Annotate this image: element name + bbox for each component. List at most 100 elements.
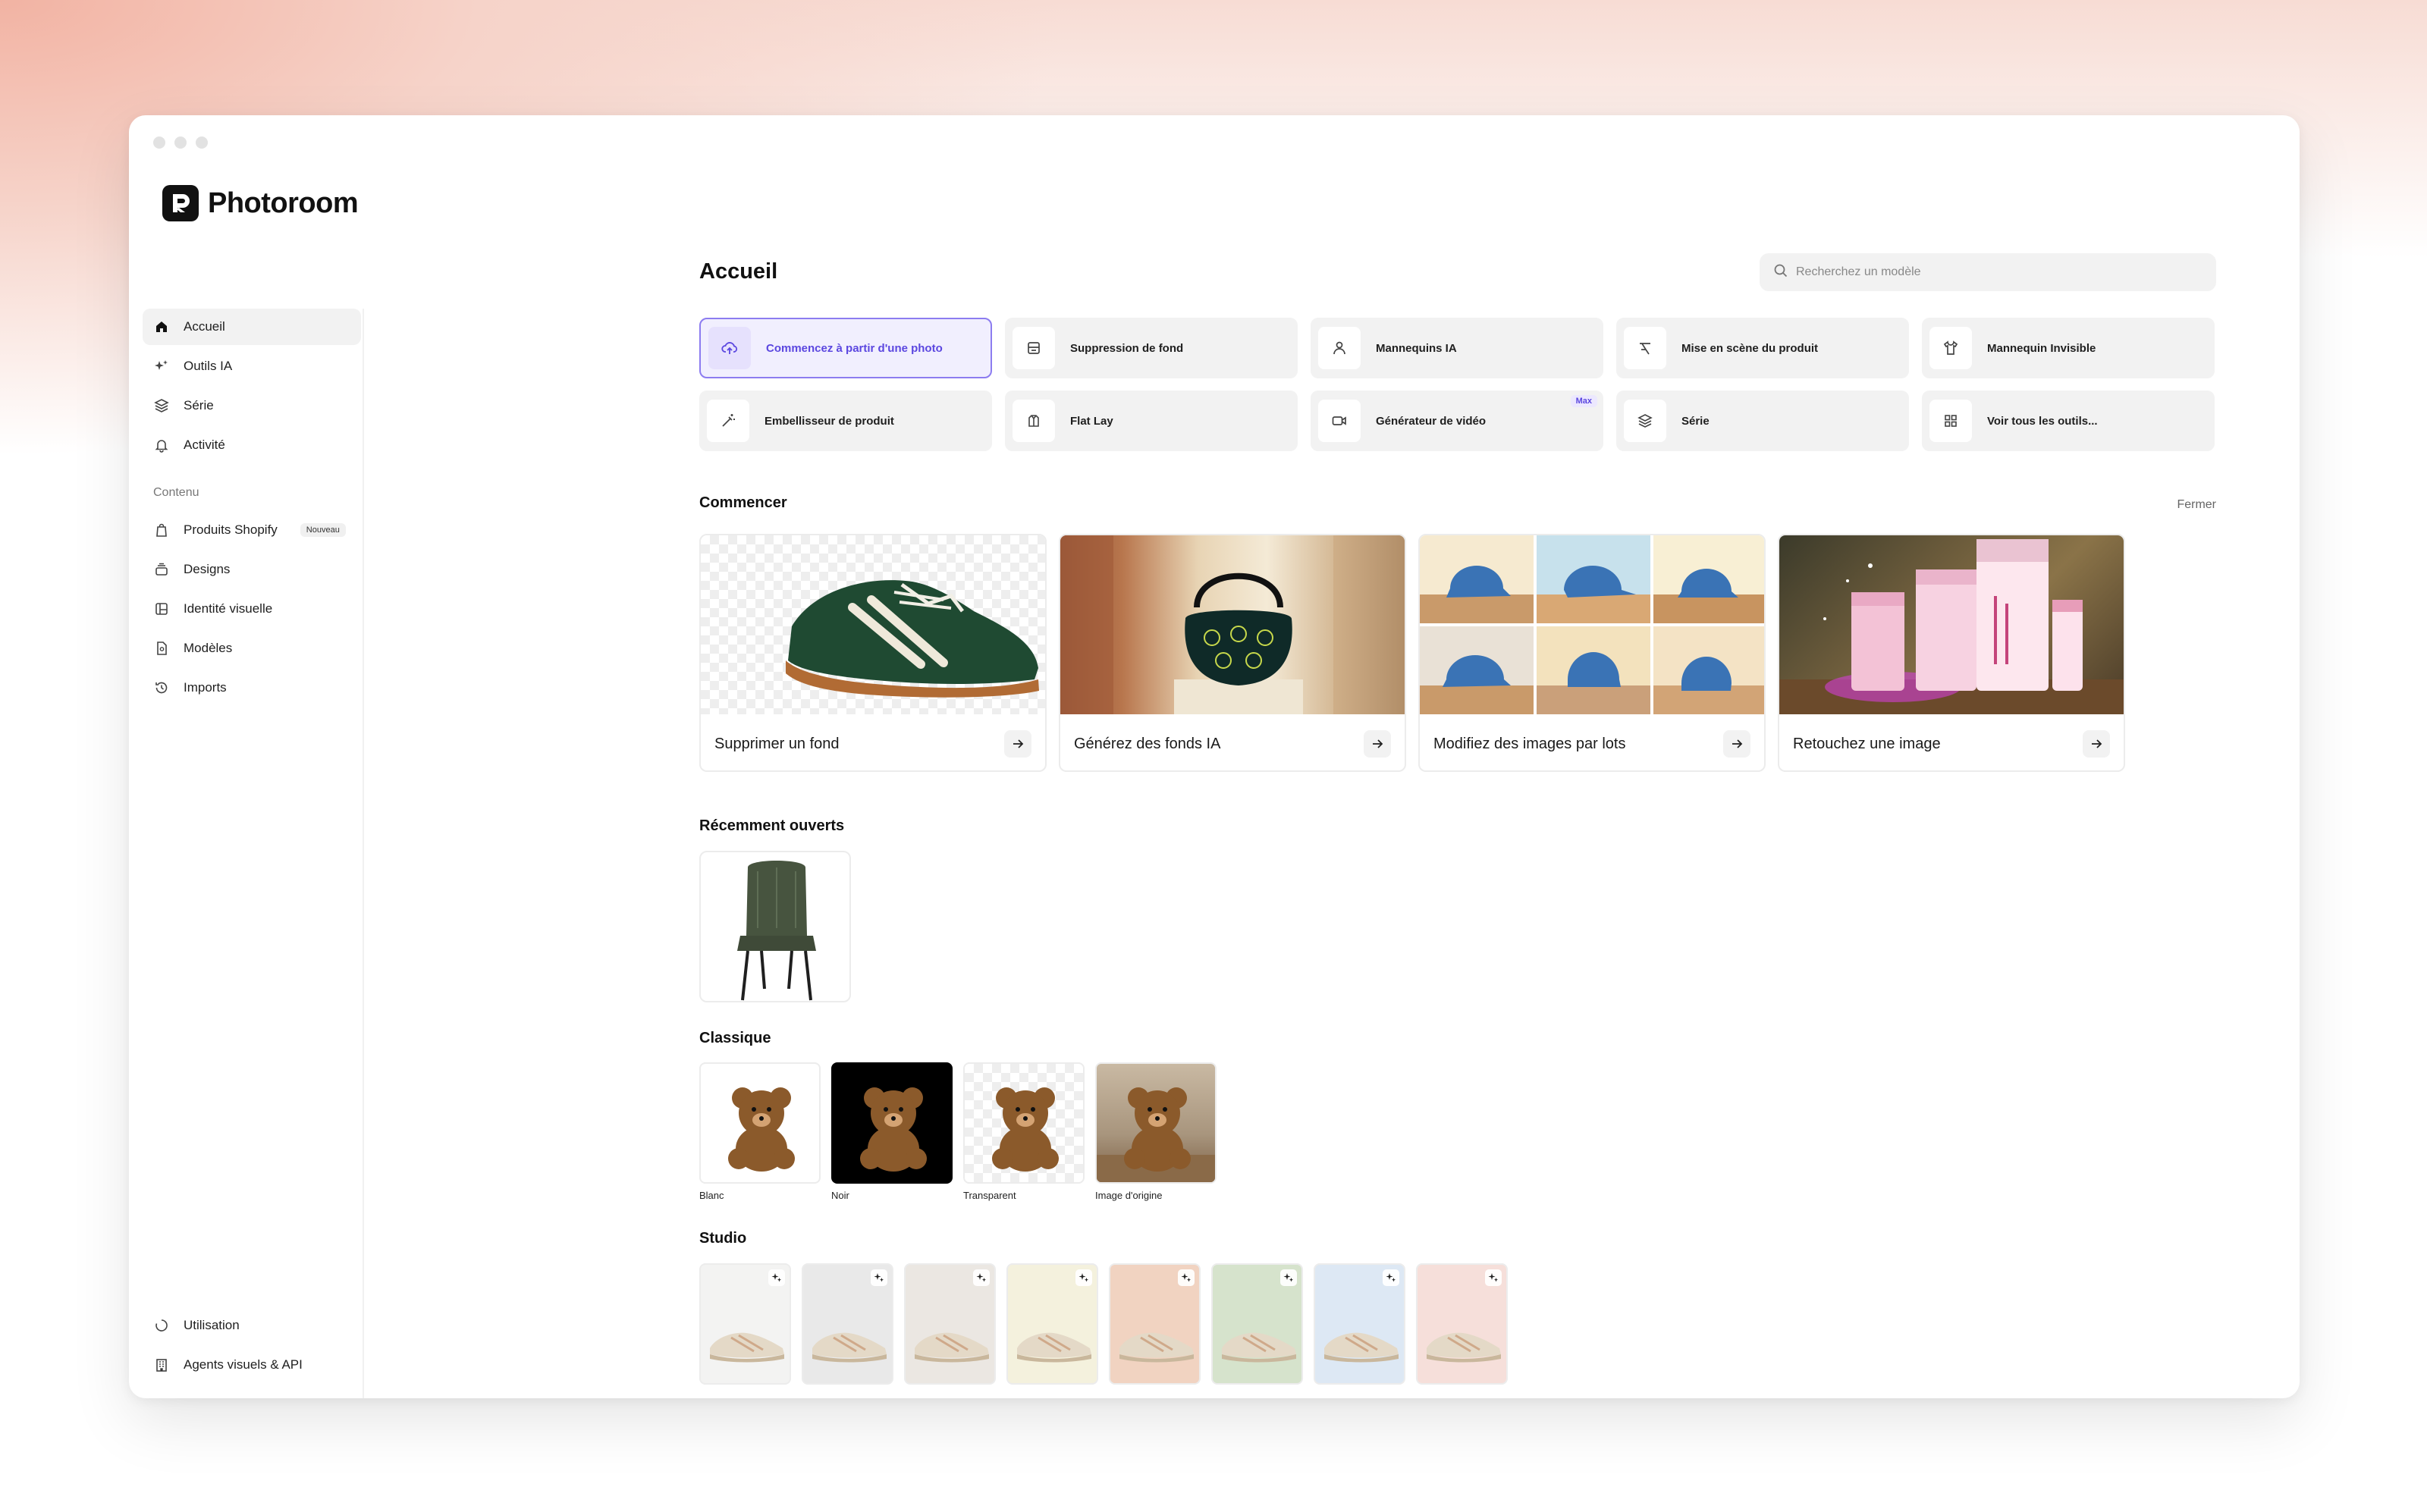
sidebar-item-utilisation[interactable]: Utilisation [143,1307,361,1344]
tool-flat-lay[interactable]: Flat Lay [1005,391,1298,451]
tool-label: Générateur de vidéo [1376,414,1487,428]
sidebar-item-produits-shopify[interactable]: Produits Shopify Nouveau [143,512,361,548]
sidebar-item-accueil[interactable]: Accueil [143,309,361,345]
ai-sparkle-icon [1485,1269,1502,1286]
search-bar[interactable] [1760,253,2216,291]
tool-remove-background[interactable]: Suppression de fond [1005,318,1298,378]
sidebar-item-label: Outils IA [184,359,233,373]
cosmetics-image [1779,535,2124,714]
tool-start-from-photo[interactable]: Commencez à partir d'une photo [699,318,992,378]
studio-background-1[interactable] [699,1263,791,1385]
recent-project-thumb[interactable] [699,851,851,1002]
sidebar-item-modeles[interactable]: Modèles [143,630,361,667]
photoroom-logo-icon [162,185,199,221]
grid-icon [1929,400,1972,442]
maximize-dot[interactable] [196,136,208,149]
sidebar-item-agents-api[interactable]: Agents visuels & API [143,1347,361,1383]
sidebar-item-label: Identité visuelle [184,601,273,616]
brand-kit-icon [153,601,170,617]
classic-backgrounds: Blanc Noir Transparent Image d'origine [699,1062,1217,1201]
sidebar-item-label: Accueil [184,319,225,334]
start-card-ai-backgrounds[interactable]: Générez des fonds IA [1059,534,1406,772]
remove-bg-icon [1013,327,1055,369]
tool-product-staging[interactable]: Mise en scène du produit [1616,318,1909,378]
sidebar-item-imports[interactable]: Imports [143,670,361,706]
tool-ai-models[interactable]: Mannequins IA [1311,318,1603,378]
classic-item-white[interactable]: Blanc [699,1062,821,1201]
tool-label: Mise en scène du produit [1681,341,1819,355]
building-icon [153,1357,170,1373]
shirt-icon [1929,327,1972,369]
sparkles-icon [153,358,170,375]
arrow-right-icon[interactable] [1723,730,1750,758]
sneaker-image [701,535,1045,714]
tool-product-beautifier[interactable]: Embellisseur de produit [699,391,992,451]
max-badge: Max [1570,395,1597,407]
tool-video-generator[interactable]: Générateur de vidéo Max [1311,391,1603,451]
studio-background-3[interactable] [904,1263,996,1385]
minimize-dot[interactable] [174,136,187,149]
studio-background-5[interactable] [1109,1263,1201,1385]
studio-background-6[interactable] [1211,1263,1303,1385]
classic-label: Noir [831,1190,849,1201]
studio-backgrounds [699,1263,1508,1385]
sidebar: Accueil Outils IA Série Activité Contenu… [137,309,364,1398]
start-card-remove-bg[interactable]: Supprimer un fond [699,534,1047,772]
bear-black-thumb [831,1062,953,1184]
section-title-studio: Studio [699,1230,747,1247]
section-title-start: Commencer [699,494,787,511]
main-content: Accueil Commencez à partir d'une photo S… [699,115,2216,1398]
ai-sparkle-icon [1075,1269,1092,1286]
upload-cloud-icon [708,327,751,369]
tool-invisible-mannequin[interactable]: Mannequin Invisible [1922,318,2215,378]
history-icon [153,679,170,696]
video-icon [1318,400,1361,442]
layers-icon [1624,400,1666,442]
tool-label: Flat Lay [1070,414,1113,428]
tool-label: Commencez à partir d'une photo [766,341,943,355]
designs-icon [153,561,170,578]
sidebar-item-outils-ia[interactable]: Outils IA [143,348,361,384]
tool-label: Suppression de fond [1070,341,1184,355]
start-card-retouch[interactable]: Retouchez une image [1778,534,2125,772]
arrow-right-icon[interactable] [2083,730,2110,758]
bell-icon [153,437,170,453]
sidebar-item-label: Agents visuels & API [184,1357,303,1372]
section-title-classic: Classique [699,1030,771,1046]
studio-background-7[interactable] [1314,1263,1405,1385]
card-footer: Générez des fonds IA [1060,714,1405,770]
studio-background-4[interactable] [1006,1263,1098,1385]
close-start-link[interactable]: Fermer [2177,498,2216,512]
close-dot[interactable] [153,136,165,149]
card-footer: Supprimer un fond [701,714,1045,770]
tool-see-all[interactable]: Voir tous les outils... [1922,391,2215,451]
sidebar-item-activite[interactable]: Activité [143,427,361,463]
sidebar-item-label: Utilisation [184,1318,240,1332]
bear-original-thumb [1095,1062,1217,1184]
window-controls [153,136,208,149]
app-name: Photoroom [208,187,359,219]
templates-icon [153,640,170,657]
studio-background-2[interactable] [802,1263,893,1385]
app-window: Photoroom Accueil Outils IA Série Activi… [129,115,2300,1398]
classic-item-black[interactable]: Noir [831,1062,953,1201]
sidebar-item-serie[interactable]: Série [143,387,361,424]
studio-background-8[interactable] [1416,1263,1508,1385]
section-title-recent: Récemment ouverts [699,817,845,834]
sidebar-item-label: Activité [184,438,225,452]
sidebar-item-designs[interactable]: Designs [143,551,361,588]
classic-item-transparent[interactable]: Transparent [963,1062,1085,1201]
arrow-right-icon[interactable] [1364,730,1391,758]
arrow-right-icon[interactable] [1004,730,1031,758]
tool-label: Série [1681,414,1710,428]
card-footer: Retouchez une image [1779,714,2124,770]
sidebar-item-identite-visuelle[interactable]: Identité visuelle [143,591,361,627]
classic-item-original[interactable]: Image d'origine [1095,1062,1217,1201]
card-label: Retouchez une image [1793,735,1941,752]
sidebar-item-label: Modèles [184,641,233,655]
app-logo[interactable]: Photoroom [162,185,359,221]
search-input[interactable] [1796,265,2190,279]
start-card-batch-edit[interactable]: Modifiez des images par lots [1418,534,1766,772]
tool-label: Embellisseur de produit [765,414,894,428]
tool-batch[interactable]: Série [1616,391,1909,451]
